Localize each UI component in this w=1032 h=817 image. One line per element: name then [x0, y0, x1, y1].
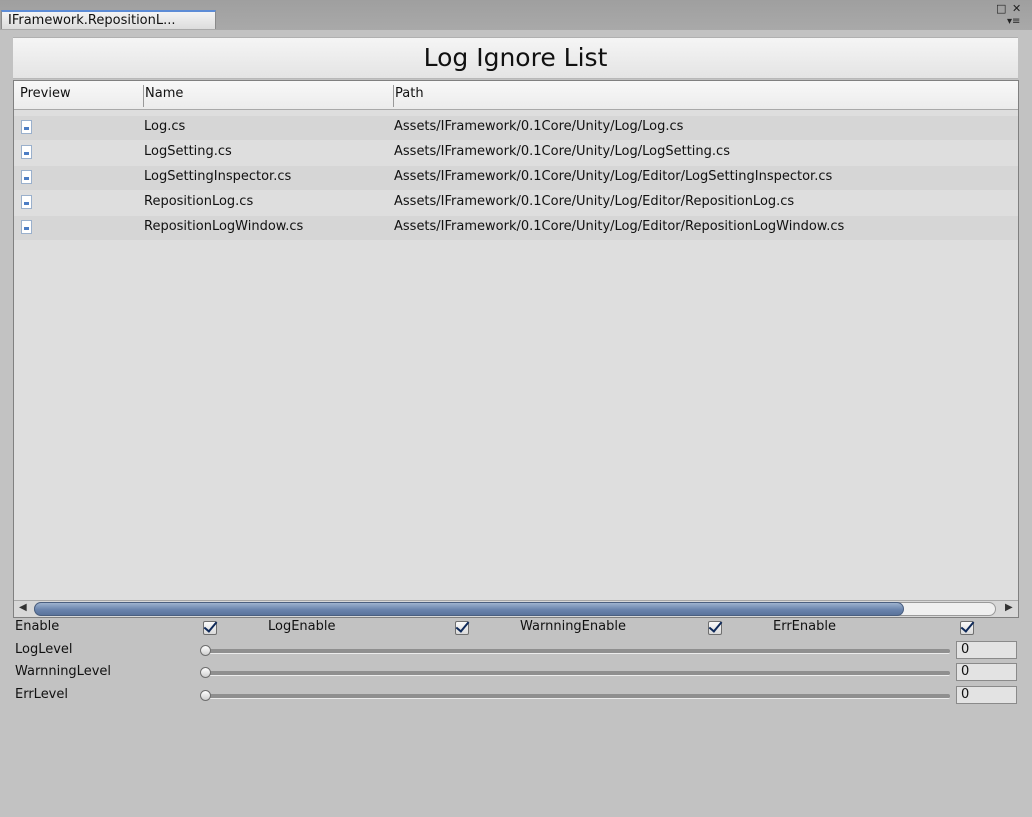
window-menu-icon[interactable]: ▾≡	[1007, 16, 1020, 27]
window-tab-bar: IFramework.RepositionL... □ ✕ ▾≡	[0, 0, 1032, 30]
err-level-label: ErrLevel	[15, 687, 68, 702]
row-path: Assets/IFramework/0.1Core/Unity/Log/Edit…	[394, 194, 795, 209]
err-enable-checkbox[interactable]	[960, 621, 974, 635]
warnning-level-slider-knob[interactable]	[200, 667, 211, 678]
row-name: RepositionLog.cs	[144, 194, 254, 209]
row-name: LogSetting.cs	[144, 144, 232, 159]
log-level-slider-knob[interactable]	[200, 645, 211, 656]
cs-file-icon	[21, 220, 32, 234]
table-row[interactable]: RepositionLogWindow.cs Assets/IFramework…	[14, 216, 1018, 240]
log-enable-checkbox[interactable]	[455, 621, 469, 635]
row-path: Assets/IFramework/0.1Core/Unity/Log/Edit…	[394, 169, 833, 184]
close-icon[interactable]: ✕	[1012, 3, 1021, 14]
row-name: Log.cs	[144, 119, 186, 134]
row-path: Assets/IFramework/0.1Core/Unity/Log/Log.…	[394, 119, 684, 134]
scroll-right-icon[interactable]: ▶	[1005, 602, 1013, 613]
scrollbar-thumb[interactable]	[34, 602, 904, 616]
row-path: Assets/IFramework/0.1Core/Unity/Log/LogS…	[394, 144, 730, 159]
column-header-path[interactable]: Path	[395, 86, 424, 101]
column-divider[interactable]	[143, 85, 144, 107]
table-row[interactable]: RepositionLog.cs Assets/IFramework/0.1Co…	[14, 191, 1018, 215]
err-enable-label: ErrEnable	[773, 619, 836, 634]
cs-file-icon	[21, 145, 32, 159]
log-level-slider[interactable]	[205, 649, 950, 654]
table-row[interactable]: LogSetting.cs Assets/IFramework/0.1Core/…	[14, 141, 1018, 165]
warnning-enable-label: WarnningEnable	[520, 619, 626, 634]
table-header: Preview Name Path	[14, 81, 1018, 110]
row-name: RepositionLogWindow.cs	[144, 219, 304, 234]
column-header-name[interactable]: Name	[145, 86, 183, 101]
cs-file-icon	[21, 120, 32, 134]
table-row[interactable]: LogSettingInspector.cs Assets/IFramework…	[14, 166, 1018, 190]
maximize-icon[interactable]: □	[996, 3, 1006, 14]
enable-checkbox[interactable]	[203, 621, 217, 635]
row-name: LogSettingInspector.cs	[144, 169, 292, 184]
warnning-level-label: WarnningLevel	[15, 664, 112, 679]
row-path: Assets/IFramework/0.1Core/Unity/Log/Edit…	[394, 219, 845, 234]
enable-label: Enable	[15, 619, 60, 634]
warnning-level-slider[interactable]	[205, 671, 950, 676]
err-level-slider-knob[interactable]	[200, 690, 211, 701]
err-level-field[interactable]: 0	[956, 686, 1017, 704]
log-enable-label: LogEnable	[268, 619, 336, 634]
window-tab[interactable]: IFramework.RepositionL...	[1, 10, 216, 29]
column-header-preview[interactable]: Preview	[20, 86, 71, 101]
log-level-label: LogLevel	[15, 642, 73, 657]
scroll-left-icon[interactable]: ◀	[19, 602, 27, 613]
cs-file-icon	[21, 170, 32, 184]
table-row[interactable]: Log.cs Assets/IFramework/0.1Core/Unity/L…	[14, 116, 1018, 140]
cs-file-icon	[21, 195, 32, 209]
log-level-field[interactable]: 0	[956, 641, 1017, 659]
err-level-slider[interactable]	[205, 694, 950, 699]
page-title: Log Ignore List	[13, 37, 1018, 79]
warnning-level-field[interactable]: 0	[956, 663, 1017, 681]
warnning-enable-checkbox[interactable]	[708, 621, 722, 635]
column-divider[interactable]	[393, 85, 394, 107]
horizontal-scrollbar[interactable]: ◀ ▶	[14, 600, 1018, 617]
ignore-list-table: Preview Name Path Log.cs Assets/IFramewo…	[13, 80, 1019, 618]
